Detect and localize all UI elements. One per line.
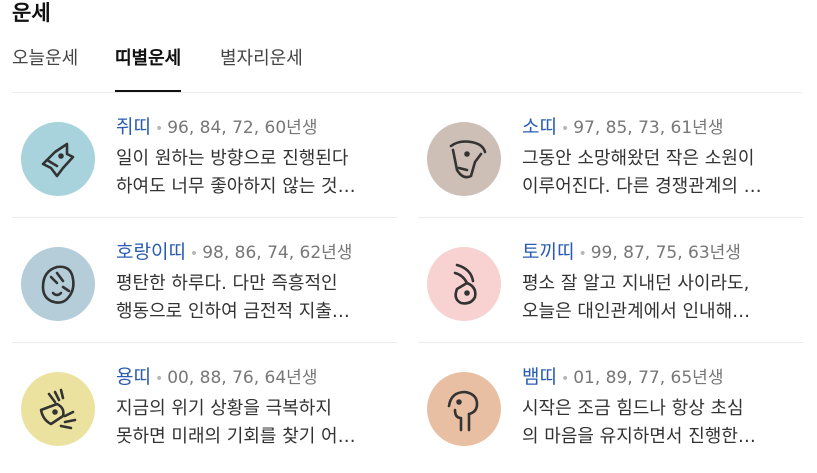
fortune-card-years: 98, 86, 74, 62년생 [202,243,353,263]
fortune-card-tiger[interactable]: 호랑이띠 • 98, 86, 74, 62년생 평탄한 하루다. 다만 즉흥적인 행… [12,218,397,343]
snake-avatar [427,372,501,446]
fortune-card-ox[interactable]: 소띠 • 97, 85, 73, 61년생 그동안 소망해왔던 작은 소원이 이루어… [418,93,803,218]
fortune-card-years: 96, 84, 72, 60년생 [167,118,318,138]
fortune-card-years: 99, 87, 75, 63년생 [590,243,741,263]
fortune-card-name: 토끼띠 [522,241,575,263]
fortune-card-description: 평소 잘 알고 지내던 사이라도, 오늘은 대인관계에서 인내해… [522,270,802,326]
rabbit-avatar [427,247,501,321]
description-line-2: 행동으로 인하여 금전적 지출… [116,301,350,322]
tiger-icon [41,265,75,304]
fortune-card-rabbit[interactable]: 토끼띠 • 99, 87, 75, 63년생 평소 잘 알고 지내던 사이라도, 오… [418,218,803,343]
separator-dot: • [578,246,587,262]
fortune-card-name: 용띠 [116,366,151,388]
rat-avatar [21,122,95,196]
tab-today-fortune[interactable]: 오늘운세 [12,44,78,91]
description-line-1: 그동안 소망해왔던 작은 소원이 [522,148,755,169]
separator-dot: • [154,121,164,137]
fortune-card-description: 그동안 소망해왔던 작은 소원이 이루어진다. 다른 경쟁관계의 … [522,145,802,201]
description-line-2: 의 마음을 유지하면서 진행한… [522,426,756,447]
tiger-avatar [21,247,95,321]
description-line-2: 오늘은 대인관계에서 인내해… [522,301,751,322]
fortune-card-years: 01, 89, 77, 65년생 [573,368,724,388]
fortune-tabs: 오늘운세 띠별운세 별자리운세 [12,44,802,93]
fortune-card-years: 97, 85, 73, 61년생 [573,118,724,138]
fortune-card-years: 00, 88, 76, 64년생 [167,368,318,388]
fortune-card-name: 뱀띠 [522,366,557,388]
fortune-card-name: 쥐띠 [116,116,151,138]
description-line-1: 평탄한 하루다. 다만 즉흥적인 [116,273,338,294]
fortune-card-rat[interactable]: 쥐띠 • 96, 84, 72, 60년생 일이 원하는 방향으로 진행된다 하여도… [12,93,397,218]
description-line-1: 평소 잘 알고 지내던 사이라도, [522,273,750,294]
section-title: 운세 [12,1,51,25]
tab-zodiac-animal-fortune[interactable]: 띠별운세 [115,44,182,92]
fortune-card-description: 지금의 위기 상황을 극복하지 못하면 미래의 기회를 찾기 어… [116,395,396,451]
fortune-card-description: 시작은 조금 힘드나 항상 초심 의 마음을 유지하면서 진행한… [522,395,802,451]
separator-dot: • [189,246,199,262]
fortune-card-description: 평탄한 하루다. 다만 즉흥적인 행동으로 인하여 금전적 지출… [116,270,396,326]
dragon-avatar [21,372,95,446]
rat-icon [41,142,75,178]
description-line-1: 일이 원하는 방향으로 진행된다 [116,148,349,169]
ox-icon [449,140,487,179]
ox-avatar [427,122,501,196]
description-line-1: 지금의 위기 상황을 극복하지 [116,398,332,419]
description-line-2: 하여도 너무 좋아하지 않는 것… [116,176,356,197]
fortune-card-dragon[interactable]: 용띠 • 00, 88, 76, 64년생 지금의 위기 상황을 극복하지 못하면 … [12,343,397,468]
fortune-card-snake[interactable]: 뱀띠 • 01, 89, 77, 65년생 시작은 조금 힘드나 항상 초심 의 마… [418,343,803,468]
snake-icon [447,390,479,432]
fortune-card-description: 일이 원하는 방향으로 진행된다 하여도 너무 좋아하지 않는 것… [116,145,396,201]
description-line-2: 이루어진다. 다른 경쟁관계의 … [522,176,762,197]
dragon-icon [39,388,77,430]
separator-dot: • [560,371,570,387]
description-line-1: 시작은 조금 힘드나 항상 초심 [522,398,744,419]
tab-star-sign-fortune[interactable]: 별자리운세 [220,44,303,91]
rabbit-icon [453,263,477,305]
fortune-card-name: 소띠 [522,116,557,138]
separator-dot: • [560,121,570,137]
separator-dot: • [154,371,164,387]
description-line-2: 못하면 미래의 기회를 찾기 어… [116,426,356,447]
fortune-card-name: 호랑이띠 [116,241,186,263]
